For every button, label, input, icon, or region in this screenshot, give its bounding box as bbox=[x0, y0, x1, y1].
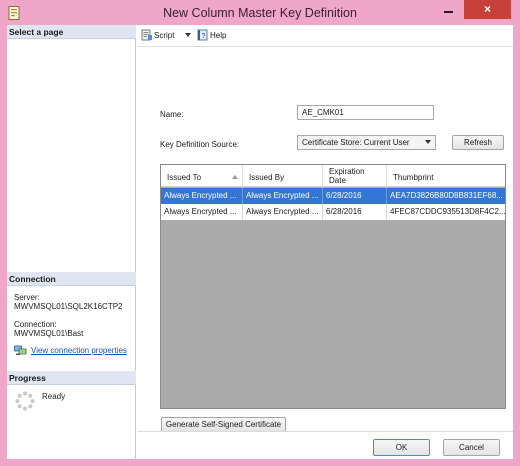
dialog-window: New Column Master Key Definition × Selec… bbox=[0, 0, 520, 466]
dialog-client-area: Select a page Connection Server: MWVMSQL… bbox=[7, 25, 513, 459]
connection-properties-icon bbox=[14, 345, 27, 355]
column-header-issued-to[interactable]: Issued To bbox=[161, 165, 243, 187]
cell-issued-to: Always Encrypted ... bbox=[161, 188, 243, 204]
name-input[interactable]: AE_CMK01 bbox=[297, 105, 434, 120]
cell-expiration: 6/28/2016 bbox=[323, 188, 387, 204]
help-icon: ? bbox=[197, 29, 208, 41]
name-label: Name: bbox=[160, 110, 184, 119]
cell-issued-by: Always Encrypted ... bbox=[243, 204, 323, 220]
expiration-header-line2: Date bbox=[329, 176, 346, 185]
expiration-header-line1: Expiration bbox=[329, 167, 365, 176]
thumbprint-header-text: Thumbprint bbox=[393, 173, 434, 182]
cell-expiration: 6/28/2016 bbox=[323, 204, 387, 220]
dialog-footer: OK Cancel bbox=[137, 431, 513, 459]
main-panel: Name: AE_CMK01 Key Definition Source: Ce… bbox=[137, 48, 513, 432]
connection-header: Connection bbox=[7, 272, 136, 286]
chevron-down-icon bbox=[425, 140, 431, 144]
column-header-issued-by[interactable]: Issued By bbox=[243, 165, 323, 187]
key-definition-source-label: Key Definition Source: bbox=[160, 140, 240, 149]
sort-ascending-icon bbox=[232, 175, 238, 179]
ok-button[interactable]: OK bbox=[373, 439, 430, 456]
chevron-down-icon[interactable] bbox=[185, 33, 191, 37]
script-icon bbox=[141, 29, 152, 41]
table-row[interactable]: Always Encrypted ... Always Encrypted ..… bbox=[161, 204, 505, 220]
sidebar: Select a page Connection Server: MWVMSQL… bbox=[7, 25, 136, 459]
key-definition-source-select[interactable]: Certificate Store: Current User bbox=[297, 135, 436, 150]
issued-to-header-text: Issued To bbox=[167, 173, 202, 182]
help-label: Help bbox=[210, 31, 227, 40]
close-button[interactable]: × bbox=[464, 0, 511, 19]
title-bar[interactable]: New Column Master Key Definition × bbox=[0, 0, 520, 25]
cell-thumbprint: 4FEC87CDDC935513D8F4C2... bbox=[390, 207, 505, 216]
help-button[interactable]: ? Help bbox=[197, 29, 233, 43]
server-value: MWVMSQL01\SQL2K16CTP2 bbox=[14, 302, 123, 311]
connection-label: Connection: bbox=[14, 320, 57, 329]
progress-spinner-icon bbox=[15, 391, 35, 411]
view-connection-properties-text[interactable]: View connection properties bbox=[31, 346, 127, 355]
column-header-thumbprint[interactable]: Thumbprint bbox=[387, 165, 505, 187]
progress-header: Progress bbox=[7, 371, 136, 385]
key-definition-source-value: Certificate Store: Current User bbox=[302, 138, 410, 147]
issued-by-header-text: Issued By bbox=[249, 173, 285, 182]
select-page-header: Select a page bbox=[7, 25, 136, 39]
table-row[interactable]: Always Encrypted ... Always Encrypted ..… bbox=[161, 188, 505, 204]
cell-thumbprint: AEA7D3826B80D8B831EF68... bbox=[390, 191, 503, 200]
connection-value: MWVMSQL01\Bast bbox=[14, 329, 84, 338]
generate-self-signed-certificate-button[interactable]: Generate Self-Signed Certificate bbox=[161, 417, 286, 432]
certificate-grid[interactable]: Issued To Issued By Expiration Date Thum… bbox=[160, 164, 506, 409]
toolbar: Script ? Help bbox=[137, 25, 513, 47]
minimize-button[interactable] bbox=[434, 0, 462, 19]
cell-issued-by: Always Encrypted ... bbox=[243, 188, 323, 204]
progress-status: Ready bbox=[42, 392, 66, 401]
grid-header: Issued To Issued By Expiration Date Thum… bbox=[161, 165, 505, 187]
column-header-expiration-date[interactable]: Expiration Date bbox=[323, 165, 387, 187]
refresh-button[interactable]: Refresh bbox=[452, 135, 504, 150]
cancel-button[interactable]: Cancel bbox=[443, 439, 500, 456]
script-label: Script bbox=[154, 31, 175, 40]
cell-issued-to: Always Encrypted ... bbox=[161, 204, 243, 220]
svg-text:?: ? bbox=[202, 33, 206, 40]
script-button[interactable]: Script bbox=[141, 29, 191, 43]
server-label: Server: bbox=[14, 293, 40, 302]
